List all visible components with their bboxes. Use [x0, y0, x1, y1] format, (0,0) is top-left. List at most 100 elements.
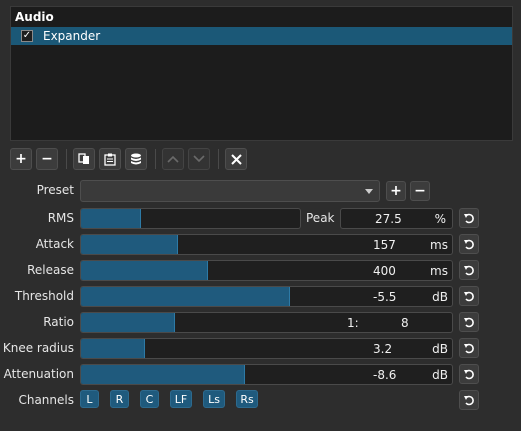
toolbar-separator	[218, 149, 219, 169]
filter-name: Expander	[43, 29, 101, 43]
release-slider[interactable]: 400 ms	[80, 260, 453, 281]
release-row: Release 400 ms	[0, 260, 521, 282]
threshold-value: -5.5	[373, 290, 397, 304]
undo-icon	[464, 369, 474, 380]
attenuation-reset-button[interactable]	[459, 364, 479, 384]
close-icon	[230, 153, 242, 165]
threshold-row: Threshold -5.5 dB	[0, 286, 521, 308]
rms-slider[interactable]	[80, 208, 301, 229]
threshold-reset-button[interactable]	[459, 286, 479, 306]
undo-icon	[464, 213, 474, 224]
rms-label: RMS	[47, 211, 74, 225]
attenuation-meter: -8.6 dB	[80, 364, 453, 385]
attack-slider-fill	[81, 235, 179, 254]
add-preset-button[interactable]: +	[386, 181, 406, 201]
channel-toggle-l[interactable]: L	[80, 390, 99, 408]
ratio-slider-fill	[81, 313, 175, 332]
threshold-slider[interactable]: -5.5 dB	[80, 286, 453, 307]
chevron-up-icon	[167, 155, 179, 163]
channels-label: Channels	[18, 393, 74, 407]
attack-value: 157	[373, 238, 396, 252]
ratio-value: 8	[401, 316, 409, 330]
deselect-filter-button[interactable]	[225, 148, 247, 170]
move-up-button[interactable]	[162, 148, 184, 170]
filter-toolbar: + −	[10, 147, 251, 171]
attenuation-meter-fill	[81, 365, 246, 384]
threshold-unit: dB	[432, 290, 448, 304]
database-icon	[131, 153, 141, 164]
ratio-label: Ratio	[43, 315, 74, 329]
peak-spinbox[interactable]: 27.5 %	[340, 208, 453, 229]
paste-filter-button[interactable]	[99, 148, 121, 170]
undo-icon	[464, 395, 474, 406]
peak-unit: %	[434, 212, 446, 226]
add-filter-button[interactable]: +	[10, 148, 32, 170]
attack-row: Attack 157 ms	[0, 234, 521, 256]
release-reset-button[interactable]	[459, 260, 479, 280]
attenuation-unit: dB	[432, 368, 448, 382]
threshold-slider-fill	[81, 287, 290, 306]
knee-radius-slider[interactable]: 3.2 dB	[80, 338, 453, 359]
rms-slider-fill	[81, 209, 142, 228]
channels-reset-button[interactable]	[459, 390, 479, 410]
channel-toggle-rs[interactable]: Rs	[236, 390, 258, 408]
undo-icon	[464, 265, 474, 276]
paste-icon	[104, 153, 116, 166]
filter-item-expander[interactable]: ✓ Expander	[11, 27, 512, 45]
remove-preset-button[interactable]: −	[410, 181, 430, 201]
release-label: Release	[27, 263, 74, 277]
release-unit: ms	[430, 264, 448, 278]
peak-value: 27.5	[375, 212, 402, 226]
knee-radius-row: Knee radius 3.2 dB	[0, 338, 521, 360]
ratio-slider[interactable]: 1: 8	[80, 312, 453, 333]
release-value: 400	[373, 264, 396, 278]
knee-radius-label: Knee radius	[2, 341, 74, 355]
knee-radius-value: 3.2	[373, 342, 393, 356]
attack-reset-button[interactable]	[459, 234, 479, 254]
release-slider-fill	[81, 261, 209, 280]
copy-filter-button[interactable]	[73, 148, 95, 170]
dropdown-arrow-icon	[365, 189, 373, 194]
undo-icon	[464, 291, 474, 302]
preset-label: Preset	[36, 183, 74, 197]
copy-icon	[78, 153, 89, 164]
filter-list-panel: Audio ✓ Expander	[10, 6, 513, 141]
plus-icon: +	[390, 183, 402, 199]
toolbar-separator	[66, 149, 67, 169]
channel-toggle-c[interactable]: C	[140, 390, 159, 408]
channel-toggle-lf[interactable]: LF	[170, 390, 192, 408]
ratio-prefix: 1:	[347, 316, 359, 330]
rms-reset-button[interactable]	[459, 208, 479, 228]
undo-icon	[464, 343, 474, 354]
knee-radius-unit: dB	[432, 342, 448, 356]
attenuation-row: Attenuation -8.6 dB	[0, 364, 521, 386]
minus-icon: −	[41, 151, 53, 167]
channel-toggle-ls[interactable]: Ls	[203, 390, 225, 408]
rms-row: RMS Peak 27.5 %	[0, 208, 521, 230]
knee-radius-reset-button[interactable]	[459, 338, 479, 358]
toolbar-separator	[155, 149, 156, 169]
channel-toggle-r[interactable]: R	[110, 390, 129, 408]
minus-icon: −	[414, 183, 426, 199]
attack-label: Attack	[35, 237, 74, 251]
attenuation-label: Attenuation	[3, 367, 74, 381]
ratio-row: Ratio 1: 8	[0, 312, 521, 334]
move-down-button[interactable]	[188, 148, 210, 170]
undo-icon	[464, 239, 474, 250]
preset-dropdown[interactable]	[80, 180, 380, 202]
knee-radius-slider-fill	[81, 339, 146, 358]
undo-icon	[464, 317, 474, 328]
ratio-reset-button[interactable]	[459, 312, 479, 332]
attack-unit: ms	[430, 238, 448, 252]
chevron-down-icon	[193, 155, 205, 163]
remove-filter-button[interactable]: −	[36, 148, 58, 170]
channel-toggles: L R C LF Ls Rs	[80, 390, 269, 408]
panel-header: Audio	[15, 10, 54, 24]
attenuation-value: -8.6	[373, 368, 397, 382]
save-defaults-button[interactable]	[125, 148, 147, 170]
threshold-label: Threshold	[14, 289, 74, 303]
peak-label: Peak	[306, 211, 335, 225]
filter-enable-checkbox[interactable]: ✓	[21, 30, 33, 42]
attack-slider[interactable]: 157 ms	[80, 234, 453, 255]
plus-icon: +	[15, 151, 27, 167]
